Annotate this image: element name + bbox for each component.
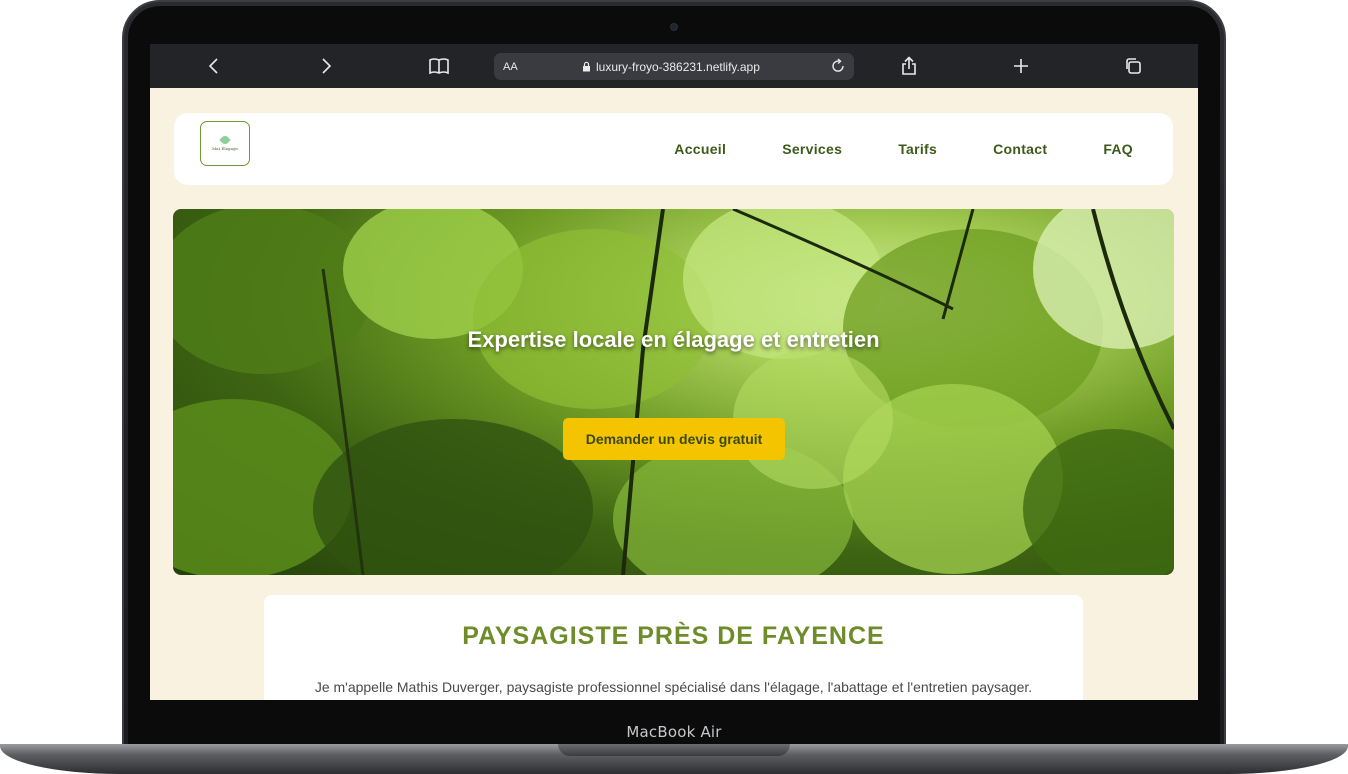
- tree-icon: [219, 134, 231, 146]
- address-bar[interactable]: AA luxury-froyo-386231.netlify.app: [494, 53, 854, 80]
- logo-text: Mat Élagage: [212, 146, 238, 151]
- nav-link-faq[interactable]: FAQ: [1103, 141, 1133, 157]
- lock-icon: [583, 61, 590, 72]
- intro-card: PAYSAGISTE PRÈS DE FAYENCE Je m'appelle …: [264, 595, 1083, 700]
- laptop-notch: [558, 744, 790, 756]
- request-quote-button[interactable]: Demander un devis gratuit: [563, 418, 785, 460]
- chevron-right-icon[interactable]: [314, 44, 338, 88]
- browser-toolbar: AA luxury-froyo-386231.netlify.app: [150, 44, 1198, 88]
- device-label: MacBook Air: [626, 723, 722, 741]
- hero-background-image: [173, 209, 1174, 575]
- chevron-left-icon[interactable]: [202, 44, 226, 88]
- laptop-chin: MacBook Air: [128, 718, 1220, 746]
- share-icon[interactable]: [898, 44, 920, 88]
- intro-heading: PAYSAGISTE PRÈS DE FAYENCE: [462, 622, 885, 650]
- book-icon[interactable]: [426, 44, 452, 88]
- browser-screen: AA luxury-froyo-386231.netlify.app Mat É…: [150, 44, 1198, 700]
- intro-text: Je m'appelle Mathis Duverger, paysagiste…: [314, 679, 1033, 695]
- nav-link-contact[interactable]: Contact: [993, 141, 1047, 157]
- main-nav: Accueil Services Tarifs Contact FAQ: [674, 113, 1133, 185]
- text-size-button[interactable]: AA: [503, 61, 518, 73]
- nav-link-tarifs[interactable]: Tarifs: [898, 141, 937, 157]
- tabs-icon[interactable]: [1122, 44, 1144, 88]
- hero-banner: Expertise locale en élagage et entretien…: [173, 209, 1174, 575]
- plus-icon[interactable]: [1010, 44, 1032, 88]
- site-logo[interactable]: Mat Élagage: [200, 121, 250, 166]
- reload-icon[interactable]: [830, 58, 846, 79]
- camera-icon: [671, 24, 677, 30]
- nav-link-services[interactable]: Services: [782, 141, 842, 157]
- url-text: luxury-froyo-386231.netlify.app: [596, 59, 760, 74]
- nav-link-accueil[interactable]: Accueil: [674, 141, 726, 157]
- site-header: Mat Élagage Accueil Services Tarifs Cont…: [174, 113, 1173, 185]
- hero-title: Expertise locale en élagage et entretien: [467, 327, 880, 352]
